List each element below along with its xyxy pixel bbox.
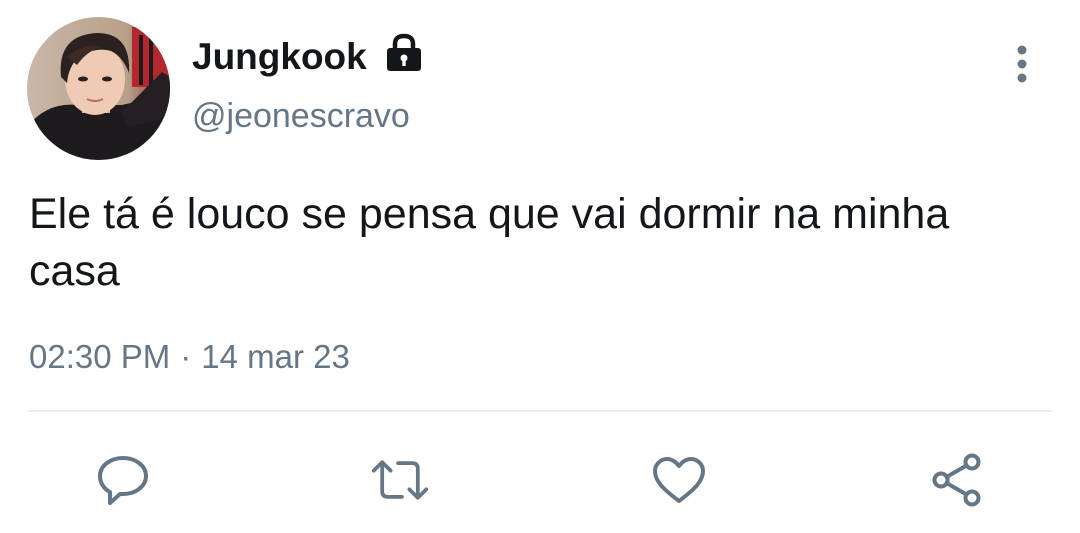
more-vertical-icon [1017, 45, 1027, 83]
display-name[interactable]: Jungkook [192, 38, 367, 75]
more-options-button[interactable] [1003, 40, 1041, 88]
heart-icon [653, 457, 705, 503]
author-name-row: Jungkook [192, 33, 423, 79]
divider [28, 410, 1052, 412]
timestamp-separator: · [180, 338, 192, 375]
reply-button[interactable] [93, 450, 153, 510]
avatar[interactable] [27, 17, 170, 160]
tweet-date: 14 mar 23 [201, 338, 350, 375]
tweet-timestamp: 02:30 PM · 14 mar 23 [29, 337, 350, 377]
tweet-time: 02:30 PM [29, 338, 171, 375]
retweet-icon [371, 460, 429, 500]
like-button[interactable] [649, 450, 709, 510]
author-handle[interactable]: @jeonescravo [192, 96, 410, 137]
tweet-text: Ele tá é louco se pensa que vai dormir n… [29, 190, 950, 295]
reply-icon [98, 456, 148, 505]
avatar-image [27, 17, 170, 160]
lock-icon [385, 33, 423, 73]
share-button[interactable] [927, 450, 987, 510]
share-icon [932, 453, 981, 507]
retweet-button[interactable] [370, 450, 430, 510]
